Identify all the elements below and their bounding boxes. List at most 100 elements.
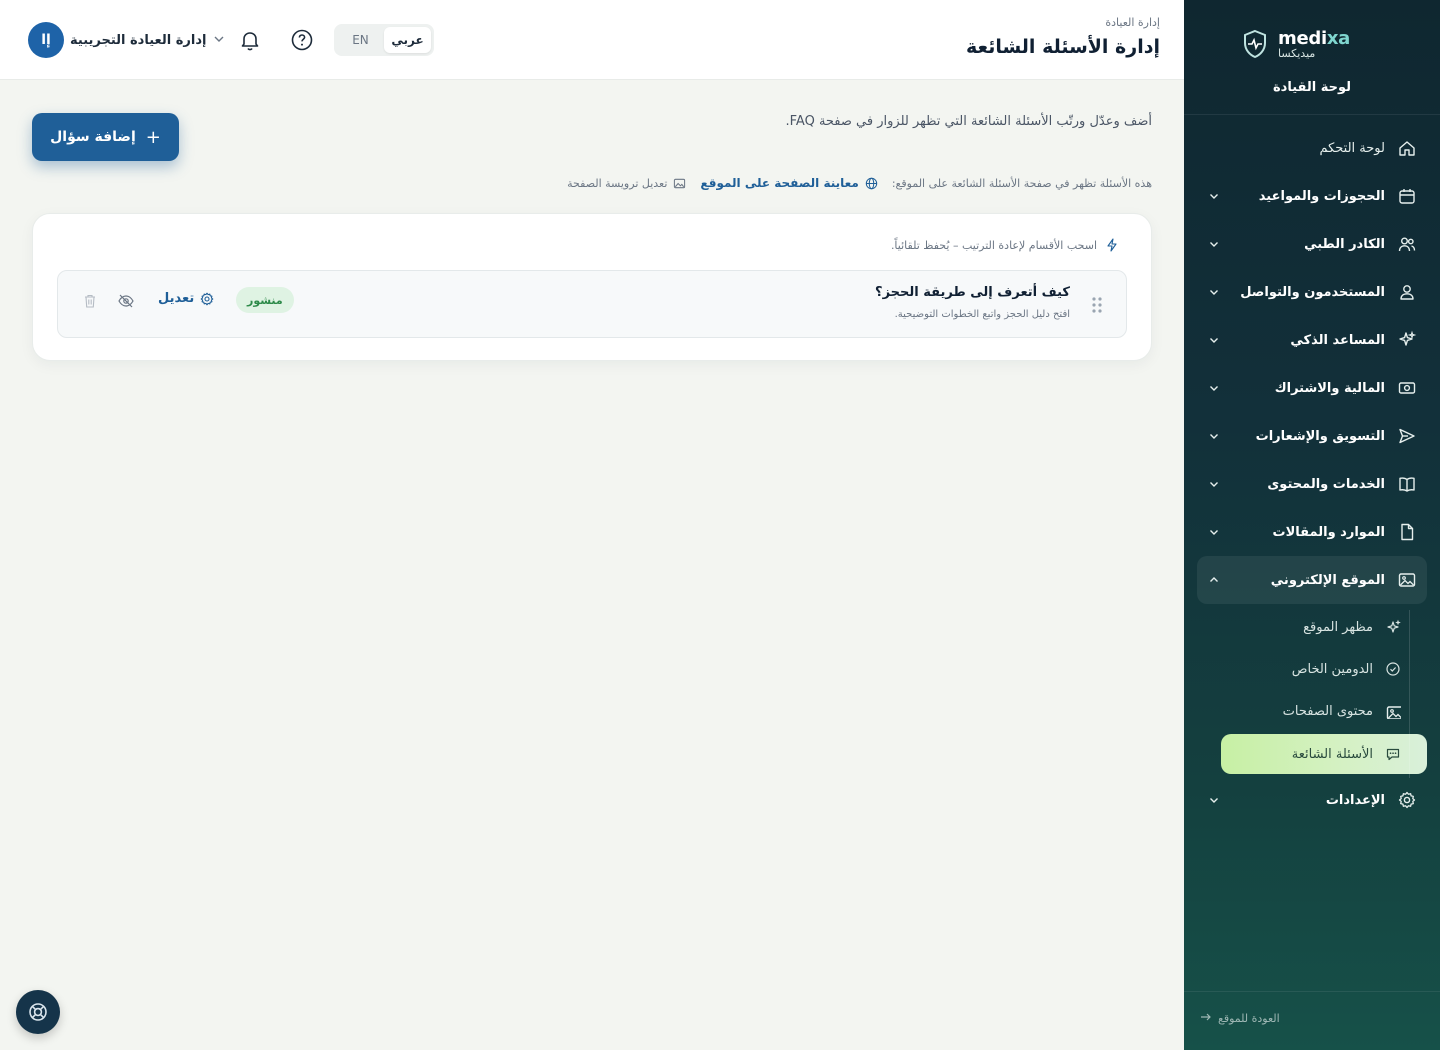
website-submenu: مظهر الموقع الدومين الخاص محتوى الصفحات الأ…: [1197, 606, 1427, 778]
faq-question: كيف أتعرف إلى طريقة الحجز؟: [875, 285, 1070, 300]
page-title: إدارة الأسئلة الشائعة: [965, 36, 1160, 58]
chat-icon: [1385, 746, 1401, 762]
send-icon: [1397, 426, 1417, 446]
submenu-item-label: الدومين الخاص: [1291, 661, 1373, 677]
brand-name-ar: ميديكسا: [1278, 47, 1316, 60]
user-menu[interactable]: إا إدارة العيادة التجريبية: [28, 22, 226, 58]
preview-page-link[interactable]: معاينة الصفحة على الموقع: [700, 176, 878, 190]
sidebar-item-label: المستخدمون والتواصل: [1240, 284, 1385, 300]
arrow-right-icon: [1200, 1011, 1212, 1026]
support-fab[interactable]: [16, 990, 60, 1034]
chevron-down-icon[interactable]: [1207, 285, 1221, 299]
faq-item[interactable]: كيف أتعرف إلى طريقة الحجز؟ افتح دليل الح…: [57, 270, 1127, 338]
users-icon: [1397, 234, 1417, 254]
chevron-down-icon[interactable]: [1207, 525, 1221, 539]
brand-name: medixa ميديكسا: [1278, 28, 1350, 60]
sidebar-item-label: الحجوزات والمواعيد: [1258, 188, 1385, 204]
settings-icon: [200, 292, 214, 305]
back-to-site-link[interactable]: العودة للموقع: [1200, 1011, 1280, 1026]
sidebar-item-10[interactable]: الإعدادات: [1197, 776, 1427, 824]
sidebar-item-label: المساعد الذكي: [1290, 332, 1385, 348]
avatar: إا: [28, 22, 64, 58]
sidebar-item-label: الخدمات والمحتوى: [1267, 476, 1385, 492]
sidebar-item-9[interactable]: الموقع الإلكتروني: [1197, 556, 1427, 604]
back-to-site-label: العودة للموقع: [1218, 1012, 1280, 1025]
plus-icon: +: [145, 126, 161, 148]
drag-hint: اسحب الأقسام لإعادة الترتيب – يُحفظ تلقا…: [891, 238, 1119, 252]
user-name: إدارة العيادة التجريبية: [70, 32, 207, 48]
hide-faq-button[interactable]: [116, 291, 136, 311]
lifebuoy-icon: [29, 1003, 47, 1021]
delete-faq-button[interactable]: [80, 291, 100, 311]
faq-answer: افتح دليل الحجز واتبع الخطوات التوضيحية.: [894, 309, 1070, 320]
brand-logo-row[interactable]: medixa ميديكسا: [1242, 28, 1350, 60]
chevron-down-icon[interactable]: [1207, 189, 1221, 203]
edit-faq-button[interactable]: تعديل: [158, 291, 214, 306]
image-icon: [1397, 570, 1417, 590]
chevron-down-icon[interactable]: [1207, 793, 1221, 807]
submenu-item-3[interactable]: الأسئلة الشائعة: [1221, 734, 1427, 774]
shield-pulse-icon: [1244, 29, 1266, 59]
breadcrumb[interactable]: إدارة العيادة: [1105, 16, 1160, 29]
add-question-label: إضافة سؤال: [50, 129, 136, 145]
edit-page-header-link[interactable]: تعديل ترويسة الصفحة: [567, 177, 686, 190]
eye-off-icon: [118, 294, 134, 308]
sidebar-footer-divider: [1184, 991, 1440, 992]
dashboard-subtitle: لوحة القيادة: [1272, 80, 1352, 95]
lang-ar-button[interactable]: عربي: [384, 27, 431, 53]
add-question-button[interactable]: + إضافة سؤال: [32, 113, 179, 161]
sidebar-item-3[interactable]: المستخدمون والتواصل: [1197, 268, 1427, 316]
edit-page-header-label: تعديل ترويسة الصفحة: [567, 176, 668, 190]
submenu-item-label: مظهر الموقع: [1303, 619, 1373, 635]
bell-icon: [241, 32, 259, 51]
home-icon: [1397, 138, 1417, 158]
help-button[interactable]: [288, 26, 316, 54]
sidebar-item-label: الموارد والمقالات: [1272, 524, 1385, 540]
sidebar-item-6[interactable]: التسويق والإشعارات: [1197, 412, 1427, 460]
money-icon: [1397, 378, 1417, 398]
chevron-up-icon[interactable]: [1207, 573, 1221, 587]
check-circle-icon: [1385, 661, 1401, 677]
sidebar-item-2[interactable]: الكادر الطبي: [1197, 220, 1427, 268]
sidebar-item-5[interactable]: المالية والاشتراك: [1197, 364, 1427, 412]
sidebar-item-8[interactable]: الموارد والمقالات: [1197, 508, 1427, 556]
sidebar-item-label: التسويق والإشعارات: [1255, 428, 1385, 444]
sidebar-item-7[interactable]: الخدمات والمحتوى: [1197, 460, 1427, 508]
sparkle-icon: [1385, 619, 1401, 635]
chevron-down-icon[interactable]: [1207, 237, 1221, 251]
gear-icon: [1397, 790, 1417, 810]
sidebar-item-label: الكادر الطبي: [1304, 236, 1385, 252]
submenu-item-0[interactable]: مظهر الموقع: [1221, 606, 1421, 648]
chevron-down-icon[interactable]: [1207, 477, 1221, 491]
file-icon: [1397, 522, 1417, 542]
faq-info-text: هذه الأسئلة تظهر في صفحة الأسئلة الشائعة…: [891, 176, 1152, 190]
chevron-down-icon[interactable]: [1207, 333, 1221, 347]
submenu-item-1[interactable]: الدومين الخاص: [1221, 648, 1421, 690]
sidebar-item-4[interactable]: المساعد الذكي: [1197, 316, 1427, 364]
sidebar-divider: [1184, 114, 1440, 115]
top-header: إدارة العيادة إدارة الأسئلة الشائعة عربي…: [0, 0, 1184, 80]
sidebar-item-0[interactable]: لوحة التحكم: [1197, 124, 1427, 172]
sidebar-item-label: الإعدادات: [1325, 792, 1385, 808]
sidebar: medixa ميديكسا لوحة القيادة لوحة التحكم ا…: [1184, 0, 1440, 1050]
sidebar-nav: لوحة التحكم الحجوزات والمواعيد الكادر الطب…: [1197, 124, 1427, 824]
book-icon: [1397, 474, 1417, 494]
image-icon: [1385, 703, 1401, 719]
drag-handle-icon[interactable]: [1090, 295, 1104, 315]
sidebar-item-label: المالية والاشتراك: [1274, 380, 1385, 396]
chevron-down-icon: [212, 31, 226, 50]
submenu-item-2[interactable]: محتوى الصفحات: [1221, 690, 1421, 732]
preview-page-label: معاينة الصفحة على الموقع: [700, 176, 859, 190]
brand: medixa ميديكسا لوحة القيادة: [1184, 28, 1440, 98]
trash-icon: [85, 294, 95, 308]
submenu-item-label: محتوى الصفحات: [1282, 703, 1373, 719]
sidebar-item-label: الموقع الإلكتروني: [1270, 572, 1385, 588]
notifications-button[interactable]: [236, 26, 264, 54]
chevron-down-icon[interactable]: [1207, 429, 1221, 443]
brand-name-en: medixa: [1278, 28, 1350, 49]
lang-en-button[interactable]: EN: [337, 27, 384, 53]
drag-hint-text: اسحب الأقسام لإعادة الترتيب – يُحفظ تلقا…: [890, 238, 1097, 252]
sidebar-item-1[interactable]: الحجوزات والمواعيد: [1197, 172, 1427, 220]
chevron-down-icon[interactable]: [1207, 381, 1221, 395]
edit-faq-label: تعديل: [158, 291, 195, 306]
